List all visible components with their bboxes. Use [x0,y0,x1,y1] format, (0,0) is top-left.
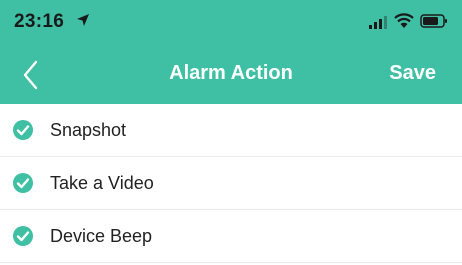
check-circle-icon [13,173,33,193]
navigation-bar: Alarm Action Save [0,44,462,104]
alarm-action-list: Snapshot Take a Video Device Beep [0,104,462,263]
check-circle-icon [13,226,33,246]
action-item-label: Take a Video [50,173,154,193]
wifi-icon [394,13,414,28]
save-button[interactable]: Save [389,62,436,85]
status-time: 23:16 [14,11,65,32]
action-item-label: Device Beep [50,226,153,246]
check-circle-icon [13,120,33,140]
action-item-label: Snapshot [50,120,127,140]
action-item-snapshot[interactable]: Snapshot [0,104,462,157]
status-bar: 23:16 [0,0,462,44]
battery-icon [420,14,447,28]
location-arrow-icon [77,14,89,26]
app-header: 23:16 Alarm Action Save [0,0,462,104]
cellular-signal-icon [369,16,387,29]
action-item-take-video[interactable]: Take a Video [0,157,462,210]
action-item-device-beep[interactable]: Device Beep [0,210,462,263]
